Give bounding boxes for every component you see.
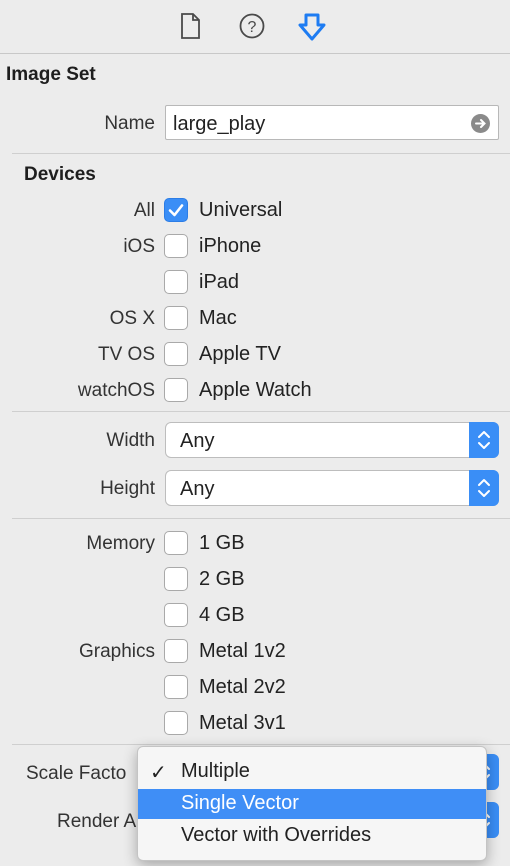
select-stepper-icon xyxy=(469,422,499,458)
metal-3v1-label: Metal 3v1 xyxy=(199,712,286,734)
apple-watch-checkbox[interactable] xyxy=(164,378,188,402)
render-as-label: Render A xyxy=(57,811,137,832)
metal-2v2-checkbox[interactable] xyxy=(164,675,188,699)
image-set-title: Image Set xyxy=(6,64,96,85)
width-value: Any xyxy=(180,430,215,452)
checkmark-icon: ✓ xyxy=(150,762,167,784)
name-field[interactable]: large_play xyxy=(165,105,499,140)
memory-4gb-checkbox[interactable] xyxy=(164,603,188,627)
memory-4gb-label: 4 GB xyxy=(199,604,245,626)
devices-title: Devices xyxy=(24,164,96,185)
apple-tv-label: Apple TV xyxy=(199,343,281,365)
scale-factors-menu: ✓ Multiple Single Vector Vector with Ove… xyxy=(137,746,487,861)
menu-item-vector-with-overrides[interactable]: Vector with Overrides xyxy=(138,821,486,851)
menu-item-label: Multiple xyxy=(181,760,250,782)
name-label: Name xyxy=(104,113,155,134)
universal-label: Universal xyxy=(199,199,283,221)
scale-factors-label: Scale Facto xyxy=(26,763,127,784)
attributes-inspector-icon[interactable] xyxy=(298,12,326,42)
metal-2v2-label: Metal 2v2 xyxy=(199,676,286,698)
universal-checkbox[interactable] xyxy=(164,198,188,222)
checkmark-icon xyxy=(168,204,184,217)
menu-item-label: Vector with Overrides xyxy=(181,824,372,846)
device-group-watchos: watchOS xyxy=(77,380,155,401)
metal-1v2-checkbox[interactable] xyxy=(164,639,188,663)
apple-tv-checkbox[interactable] xyxy=(164,342,188,366)
svg-text:?: ? xyxy=(248,19,257,36)
ipad-label: iPad xyxy=(199,271,240,293)
metal-3v1-checkbox[interactable] xyxy=(164,711,188,735)
name-value: large_play xyxy=(173,113,266,135)
iphone-checkbox[interactable] xyxy=(164,234,188,258)
memory-2gb-label: 2 GB xyxy=(199,568,245,590)
metal-1v2-label: Metal 1v2 xyxy=(199,640,286,662)
memory-1gb-checkbox[interactable] xyxy=(164,531,188,555)
memory-1gb-label: 1 GB xyxy=(199,532,245,554)
height-label: Height xyxy=(100,478,155,499)
graphics-label: Graphics xyxy=(78,641,155,662)
mac-checkbox[interactable] xyxy=(164,306,188,330)
memory-label: Memory xyxy=(86,533,155,554)
divider xyxy=(12,411,510,412)
file-inspector-icon[interactable] xyxy=(179,12,207,42)
select-stepper-icon xyxy=(469,470,499,506)
height-select[interactable]: Any xyxy=(165,470,499,506)
height-value: Any xyxy=(180,478,215,500)
quick-help-icon[interactable]: ? xyxy=(238,12,266,42)
divider xyxy=(12,153,510,154)
menu-item-label: Single Vector xyxy=(181,792,299,814)
width-label: Width xyxy=(106,430,155,451)
arrow-right-circle-icon[interactable] xyxy=(471,114,490,133)
iphone-label: iPhone xyxy=(199,235,262,257)
ipad-checkbox[interactable] xyxy=(164,270,188,294)
mac-label: Mac xyxy=(199,307,237,329)
apple-watch-label: Apple Watch xyxy=(199,379,312,401)
menu-item-single-vector[interactable]: Single Vector xyxy=(138,789,486,819)
divider xyxy=(12,744,510,745)
inspector-toolbar: ? xyxy=(0,0,510,54)
divider xyxy=(12,518,510,519)
menu-item-multiple[interactable]: ✓ Multiple xyxy=(138,757,486,787)
memory-2gb-checkbox[interactable] xyxy=(164,567,188,591)
device-group-ios: iOS xyxy=(123,236,155,257)
device-group-all: All xyxy=(133,200,155,221)
width-select[interactable]: Any xyxy=(165,422,499,458)
device-group-tvos: TV OS xyxy=(97,344,155,365)
device-group-osx: OS X xyxy=(109,308,155,329)
